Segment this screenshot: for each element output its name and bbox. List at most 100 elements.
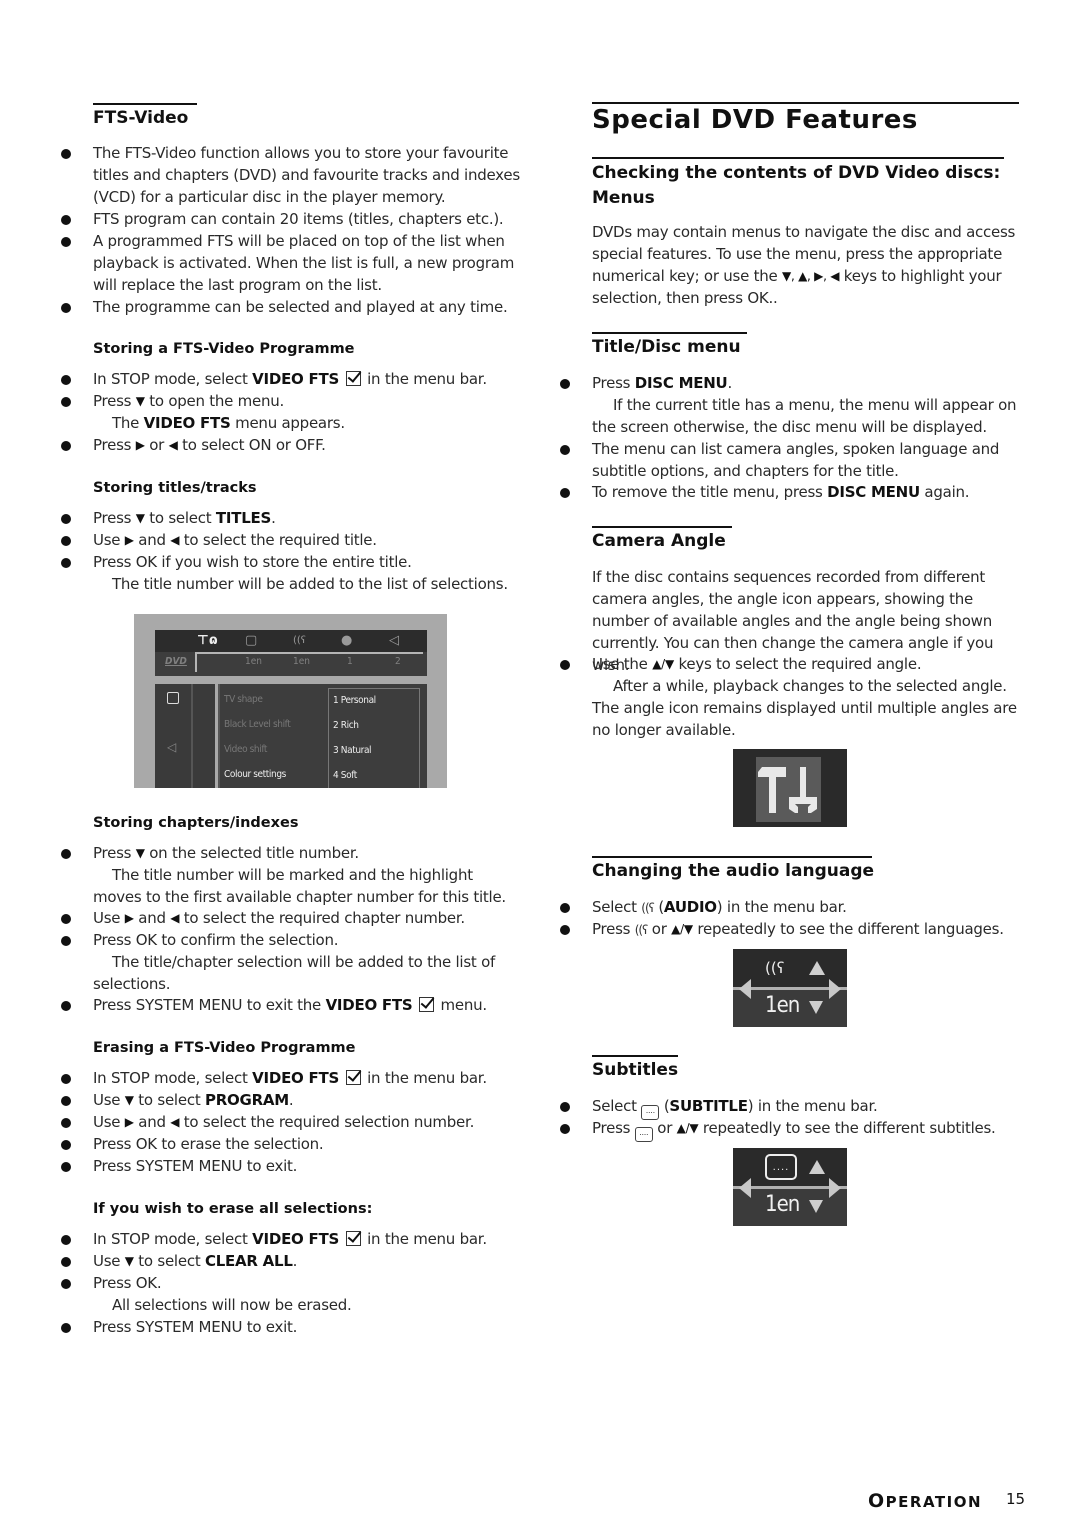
list-item: Use the ▲/▼ keys to select the required … bbox=[560, 653, 1024, 675]
left-arrow-icon bbox=[739, 979, 751, 999]
osd-option: 3 Natural bbox=[333, 745, 372, 756]
osd-option: 2 Rich bbox=[333, 720, 359, 731]
list-subtext: After a while, playback changes to the s… bbox=[592, 677, 1017, 739]
right-arrow-icon: ▶ bbox=[124, 1115, 134, 1129]
list-item: In STOP mode, select VIDEO FTS in the me… bbox=[61, 1067, 525, 1089]
menus-paragraph: DVDs may contain menus to navigate the d… bbox=[592, 223, 1016, 307]
osd-gutter bbox=[191, 684, 215, 788]
disc-logo: DVD bbox=[165, 656, 187, 667]
up-down-arrow-icon: ▲/▼ bbox=[652, 657, 674, 671]
left-arrow-icon: ◀ bbox=[170, 533, 180, 547]
osd-label: Video shift bbox=[224, 744, 268, 755]
list-item: Press ((ʕ or ▲/▼ repeatedly to see the d… bbox=[560, 918, 1024, 941]
list-item: A programmed FTS will be placed on top o… bbox=[61, 230, 525, 296]
down-arrow-icon: ▼ bbox=[135, 394, 145, 408]
list-item: Press ▼ on the selected title number. bbox=[61, 842, 525, 864]
subtitles-heading: Subtitles bbox=[592, 1055, 678, 1081]
osd-value: 1 bbox=[347, 656, 353, 667]
right-arrow-icon: ▶ bbox=[124, 911, 134, 925]
erase-all-heading: If you wish to erase all selections: bbox=[93, 1201, 373, 1217]
left-arrow-icon: ◀ bbox=[168, 438, 178, 452]
right-arrow-icon bbox=[829, 979, 841, 999]
footer-section-label: OPERATION bbox=[868, 1490, 983, 1512]
list-item: Press SYSTEM MENU to exit. bbox=[61, 1316, 525, 1338]
list-item: The FTS-Video function allows you to sto… bbox=[61, 142, 525, 208]
osd-option: 1 Personal bbox=[333, 695, 376, 706]
up-down-arrow-icon: ▲/▼ bbox=[671, 922, 693, 936]
down-arrow-icon: ▼ bbox=[124, 1093, 134, 1107]
sound-icon: ◁ bbox=[167, 740, 177, 754]
list-item: To remove the title menu, press DISC MEN… bbox=[560, 481, 1024, 503]
list-item: Press DISC MENU. bbox=[560, 372, 1024, 394]
osd-divider bbox=[195, 652, 197, 672]
osd-side-panel: ◁ bbox=[155, 684, 191, 788]
list-item: Press ▶ or ◀ to select ON or OFF. bbox=[61, 434, 525, 456]
audio-language-value: 1en bbox=[765, 993, 800, 1018]
video-fts-icon: ⊤ɷ bbox=[197, 633, 218, 648]
osd-label: Black Level shift bbox=[224, 719, 291, 730]
angle-osd-icon bbox=[733, 749, 847, 827]
storing-programme-heading: Storing a FTS-Video Programme bbox=[93, 341, 355, 357]
left-arrow-icon: ◀ bbox=[170, 1115, 180, 1129]
audio-icon: ((ʕ bbox=[641, 901, 654, 915]
checkbox-icon bbox=[345, 1231, 361, 1246]
checkbox-icon bbox=[345, 371, 361, 386]
right-arrow-icon bbox=[829, 1178, 841, 1198]
up-down-arrow-icon: ▲/▼ bbox=[676, 1121, 699, 1135]
list-item: In STOP mode, select VIDEO FTS in the me… bbox=[61, 368, 525, 390]
osd-options: 1 Personal 2 Rich 3 Natural 4 Soft bbox=[328, 688, 420, 788]
osd-label: TV shape bbox=[224, 694, 263, 705]
osd-divider bbox=[195, 652, 423, 654]
subtitle-osd-tile: .... 1en bbox=[733, 1148, 847, 1226]
globe-icon: ● bbox=[341, 633, 353, 648]
list-item: Press ▼ to select TITLES. bbox=[61, 507, 525, 529]
checkbox-icon bbox=[345, 1070, 361, 1085]
list-item: FTS program can contain 20 items (titles… bbox=[61, 208, 525, 230]
list-subtext: If the current title has a menu, the men… bbox=[592, 396, 1017, 436]
nav-keys-icon: ▼, ▲, ▶, ◀ bbox=[781, 269, 840, 283]
right-arrow-icon: ▶ bbox=[135, 438, 145, 452]
osd-menu-bar: ⊤ɷ ▢ ((ʕ ● ◁ DVD 1en 1en 1 2 bbox=[155, 630, 427, 676]
subtitle-icon: .... bbox=[765, 1154, 797, 1180]
list-item: Press SYSTEM MENU to exit the VIDEO FTS … bbox=[61, 994, 525, 1016]
left-arrow-icon: ◀ bbox=[170, 911, 180, 925]
audio-language-heading: Changing the audio language bbox=[592, 856, 874, 882]
list-item: The menu can list camera angles, spoken … bbox=[560, 438, 1024, 482]
list-item: Use ▶ and ◀ to select the required chapt… bbox=[61, 907, 525, 929]
list-item: Press OK to confirm the selection. bbox=[61, 929, 525, 951]
list-item: Use ▼ to select PROGRAM. bbox=[61, 1089, 525, 1111]
down-arrow-icon bbox=[809, 1001, 823, 1014]
page-title: Special DVD Features bbox=[592, 102, 1019, 135]
list-subtext: The title number will be marked and the … bbox=[93, 866, 506, 906]
list-item: Press .... or ▲/▼ repeatedly to see the … bbox=[560, 1117, 1024, 1142]
down-arrow-icon: ▼ bbox=[135, 846, 145, 860]
list-item: Press ▼ to open the menu. bbox=[61, 390, 525, 412]
storing-chapters-heading: Storing chapters/indexes bbox=[93, 815, 299, 831]
list-item: Select ((ʕ (AUDIO) in the menu bar. bbox=[560, 896, 1024, 919]
down-arrow-icon bbox=[809, 1200, 823, 1213]
audio-osd-tile: ((ʕ 1en bbox=[733, 949, 847, 1027]
osd-option: 4 Soft bbox=[333, 770, 357, 781]
audio-icon: ((ʕ bbox=[293, 635, 306, 646]
page-number: 15 bbox=[1006, 1490, 1026, 1508]
osd-value: 1en bbox=[293, 656, 310, 667]
osd-value: 1en bbox=[245, 656, 262, 667]
right-arrow-icon: ▶ bbox=[124, 533, 134, 547]
subtitle-icon: .... bbox=[634, 1127, 653, 1142]
osd-main-panel: TV shape Black Level shift Video shift C… bbox=[218, 684, 427, 788]
storing-titles-heading: Storing titles/tracks bbox=[93, 480, 257, 496]
title-disc-heading: Title/Disc menu bbox=[592, 332, 747, 358]
up-arrow-icon bbox=[809, 1160, 825, 1174]
left-arrow-icon bbox=[739, 1178, 751, 1198]
checkbox-icon bbox=[419, 997, 434, 1012]
audio-icon: ((ʕ bbox=[765, 959, 785, 977]
down-arrow-icon: ▼ bbox=[135, 511, 145, 525]
video-fts-menu-screenshot: ⊤ɷ ▢ ((ʕ ● ◁ DVD 1en 1en 1 2 ◁ TV shape … bbox=[134, 614, 447, 788]
list-item: Press OK. bbox=[61, 1272, 525, 1294]
list-item: Press SYSTEM MENU to exit. bbox=[61, 1155, 525, 1177]
picture-icon bbox=[167, 692, 179, 704]
list-subtext: The title number will be added to the li… bbox=[112, 575, 508, 593]
camera-angle-heading: Camera Angle bbox=[592, 526, 732, 552]
list-item: Press OK to erase the selection. bbox=[61, 1133, 525, 1155]
osd-value: 2 bbox=[395, 656, 401, 667]
